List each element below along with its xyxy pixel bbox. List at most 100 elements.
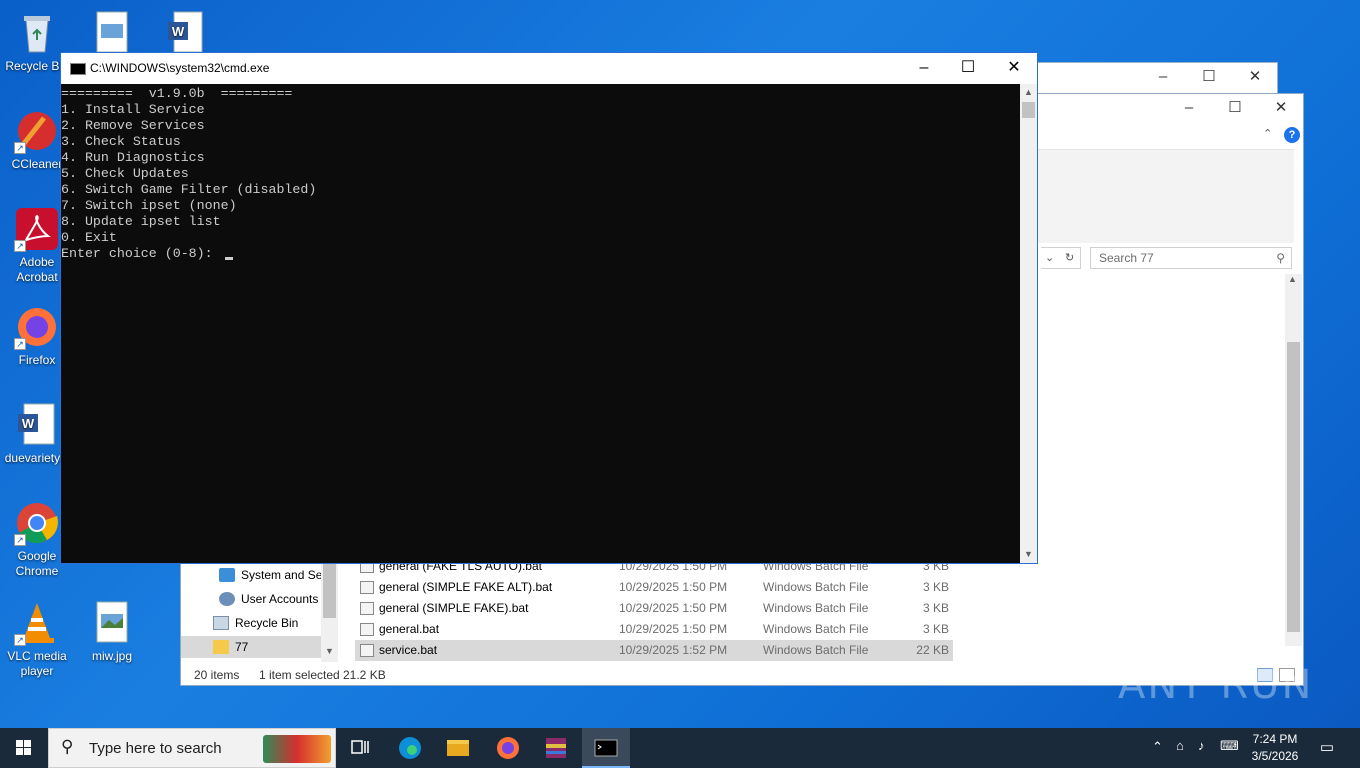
batch-file-icon: [360, 602, 374, 615]
minimize-icon[interactable]: –: [901, 53, 947, 84]
cmd-title-bar[interactable]: C:\WINDOWS\system32\cmd.exe – ☐ ✕: [61, 53, 1037, 84]
chrome-icon: ↗: [14, 500, 60, 546]
recycle-bin-icon: [14, 10, 60, 56]
nav-item-label: System and Se: [241, 568, 323, 582]
shortcut-arrow-icon: ↗: [14, 534, 26, 546]
file-type: Windows Batch File: [763, 580, 869, 594]
address-controls[interactable]: ⌄ ↻: [1041, 247, 1081, 269]
svg-text:W: W: [22, 416, 35, 431]
file-row[interactable]: general.bat 10/29/2025 1:50 PM Windows B…: [355, 619, 953, 640]
refresh-icon[interactable]: ↻: [1065, 248, 1074, 268]
taskbar-search-input[interactable]: ⚲ Type here to search: [48, 728, 336, 768]
vlc-cone-icon: ↗: [14, 600, 60, 646]
clock-date: 3/5/2026: [1251, 749, 1299, 763]
console-line: 1. Install Service: [61, 102, 205, 117]
file-date: 10/29/2025 1:52 PM: [619, 643, 728, 657]
scrollbar-thumb[interactable]: [1287, 342, 1300, 632]
help-icon[interactable]: ?: [1284, 127, 1300, 143]
console-line: 4. Run Diagnostics: [61, 150, 205, 165]
desktop-icon-vlc[interactable]: ↗ VLC media player: [0, 600, 74, 679]
console-line: 5. Check Updates: [61, 166, 189, 181]
file-date: 10/29/2025 1:50 PM: [619, 601, 728, 615]
nav-item-77[interactable]: 77: [181, 636, 321, 658]
search-placeholder: Search 77: [1099, 251, 1154, 265]
selection-count: 1 item selected: [259, 668, 340, 682]
file-size: 3 KB: [922, 601, 949, 615]
taskbar-explorer-button[interactable]: [434, 728, 482, 768]
svg-text:W: W: [172, 24, 185, 39]
nav-item-recycle-bin[interactable]: Recycle Bin: [213, 612, 298, 634]
volume-icon[interactable]: ♪: [1198, 738, 1205, 753]
text-cursor: [224, 257, 233, 260]
minimize-icon[interactable]: –: [1169, 94, 1209, 122]
taskbar-edge-button[interactable]: [386, 728, 434, 768]
console-line: ========= v1.9.0b =========: [61, 86, 293, 101]
control-panel-icon: [219, 568, 235, 582]
shortcut-arrow-icon: ↗: [14, 142, 26, 154]
file-row[interactable]: general (SIMPLE FAKE).bat 10/29/2025 1:5…: [355, 598, 953, 619]
file-list-scrollbar[interactable]: ▲: [1285, 274, 1302, 646]
console-output[interactable]: ========= v1.9.0b ========= 1. Install Se…: [61, 84, 1020, 563]
taskbar-cmd-button[interactable]: [582, 728, 630, 768]
console-icon: [70, 63, 86, 75]
close-icon[interactable]: ✕: [1235, 63, 1275, 91]
ribbon-collapse-icon[interactable]: ⌃: [1263, 127, 1272, 140]
close-icon[interactable]: ✕: [991, 53, 1037, 84]
clock[interactable]: 7:24 PM 3/5/2026: [1240, 731, 1310, 765]
console-line: 8. Update ipset list: [61, 214, 221, 229]
file-size: 3 KB: [922, 622, 949, 636]
nav-item-system-security[interactable]: System and Se: [219, 564, 322, 586]
maximize-icon[interactable]: ☐: [945, 53, 991, 84]
minimize-icon[interactable]: –: [1143, 63, 1183, 91]
network-icon[interactable]: ⌂: [1176, 738, 1184, 753]
close-icon[interactable]: ✕: [1261, 94, 1301, 122]
cmd-scrollbar[interactable]: ▲ ▼: [1020, 84, 1037, 563]
input-method-icon[interactable]: ⌨: [1220, 738, 1239, 754]
firefox-icon: ↗: [14, 304, 60, 350]
taskbar-winrar-button[interactable]: [532, 728, 580, 768]
chevron-down-icon[interactable]: ⌄: [1045, 248, 1054, 268]
batch-file-icon: [360, 581, 374, 594]
nav-item-label: User Accounts: [241, 592, 319, 606]
scrollbar-thumb[interactable]: [323, 558, 336, 618]
task-view-button[interactable]: [336, 728, 384, 768]
desktop-icon-miw-jpg[interactable]: miw.jpg: [75, 600, 149, 664]
batch-file-icon: [360, 644, 374, 657]
maximize-icon[interactable]: ☐: [1215, 94, 1255, 122]
console-prompt: Enter choice (0-8):: [61, 246, 221, 261]
search-highlight-icon: [263, 735, 331, 763]
taskbar-firefox-button[interactable]: [484, 728, 532, 768]
chevron-up-icon[interactable]: ⌃: [1152, 739, 1163, 755]
scroll-up-icon[interactable]: ▲: [1288, 274, 1297, 284]
scrollbar-thumb[interactable]: [1022, 102, 1035, 118]
file-size: 22 KB: [916, 643, 949, 657]
ribbon-area: [1038, 149, 1294, 243]
scroll-down-icon[interactable]: ▼: [325, 646, 334, 656]
console-prompt-line[interactable]: Enter choice (0-8):: [61, 246, 1020, 262]
file-name: service.bat: [379, 643, 438, 657]
console-icon: [594, 739, 618, 757]
scroll-down-icon[interactable]: ▼: [1020, 546, 1037, 563]
nav-scrollbar[interactable]: ▼: [321, 554, 338, 662]
word-document-icon: W: [162, 10, 208, 56]
file-name: general (SIMPLE FAKE ALT).bat: [379, 580, 553, 594]
file-row-selected[interactable]: service.bat 10/29/2025 1:52 PM Windows B…: [355, 640, 953, 661]
folder-icon: [213, 640, 229, 654]
explorer-window-back[interactable]: – ☐ ✕: [1030, 62, 1278, 94]
maximize-icon[interactable]: ☐: [1189, 63, 1229, 91]
start-button[interactable]: [0, 728, 48, 768]
batch-file-icon: [360, 623, 374, 636]
file-date: 10/29/2025 1:50 PM: [619, 622, 728, 636]
window-title: C:\WINDOWS\system32\cmd.exe: [90, 61, 270, 75]
search-input[interactable]: Search 77 ⚲: [1090, 247, 1292, 269]
image-file-icon: [89, 600, 135, 646]
nav-item-user-accounts[interactable]: User Accounts: [219, 588, 318, 610]
scroll-up-icon[interactable]: ▲: [1020, 84, 1037, 101]
file-row[interactable]: general (SIMPLE FAKE ALT).bat 10/29/2025…: [355, 577, 953, 598]
console-line: 2. Remove Services: [61, 118, 205, 133]
file-type: Windows Batch File: [763, 601, 869, 615]
shortcut-arrow-icon: ↗: [14, 240, 26, 252]
notification-icon[interactable]: ▭: [1316, 738, 1338, 756]
cmd-window[interactable]: C:\WINDOWS\system32\cmd.exe – ☐ ✕ ======…: [60, 52, 1038, 564]
file-date: 10/29/2025 1:50 PM: [619, 580, 728, 594]
